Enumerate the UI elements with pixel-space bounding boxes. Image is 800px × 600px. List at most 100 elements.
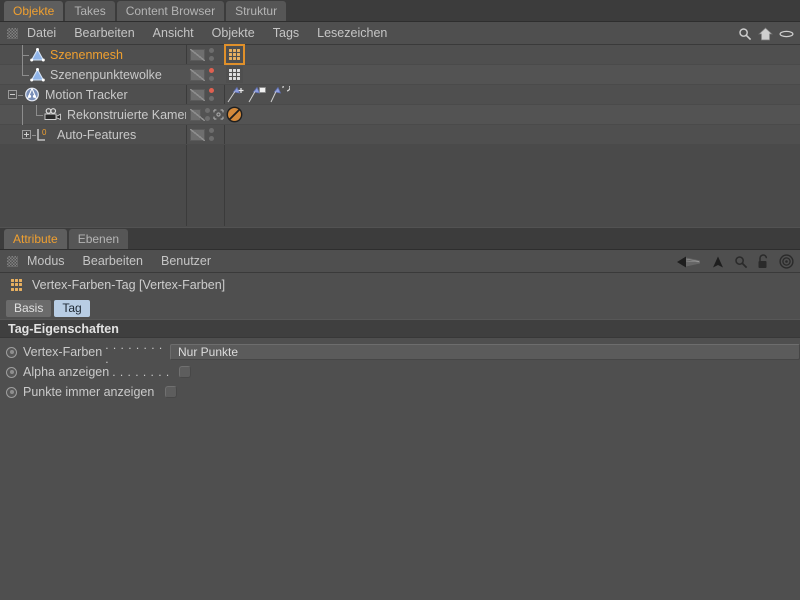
editor-visibility-dot[interactable] bbox=[209, 68, 214, 73]
row-layer-cell[interactable] bbox=[186, 105, 224, 125]
row-layer-cell[interactable] bbox=[186, 125, 224, 145]
render-visibility-dot[interactable] bbox=[209, 76, 214, 81]
panel-grip-icon[interactable] bbox=[7, 255, 18, 267]
search-icon[interactable] bbox=[734, 255, 748, 269]
alpha-anzeigen-checkbox[interactable] bbox=[178, 366, 191, 378]
point-cloud-object-icon bbox=[30, 67, 45, 82]
tab-struktur[interactable]: Struktur bbox=[226, 1, 287, 21]
editor-visibility-dot[interactable] bbox=[209, 48, 214, 53]
camera-icon bbox=[44, 108, 62, 121]
property-dot-fill: . . . . . . . . . bbox=[105, 338, 163, 366]
menu-ansicht[interactable]: Ansicht bbox=[144, 22, 203, 44]
object-name-label: Motion Tracker bbox=[45, 87, 128, 102]
property-control: Nur Punkte bbox=[167, 344, 800, 360]
visibility-dots[interactable] bbox=[209, 45, 214, 65]
object-tree: Szenenmesh Szenenpunktewolke Motion Trac… bbox=[0, 44, 800, 226]
attribute-manager-menubar: Modus Bearbeiten Benutzer bbox=[0, 250, 800, 273]
object-name-label: Szenenpunktewolke bbox=[50, 67, 162, 82]
render-visibility-dot[interactable] bbox=[209, 136, 214, 141]
table-row[interactable]: Motion Tracker bbox=[0, 85, 800, 105]
expander-minus-icon[interactable] bbox=[8, 89, 17, 99]
tab-objekte[interactable]: Objekte bbox=[4, 1, 64, 21]
tab-content-browser[interactable]: Content Browser bbox=[116, 1, 225, 21]
animation-track-radio[interactable] bbox=[6, 366, 17, 378]
table-row[interactable]: Szenenmesh bbox=[0, 44, 800, 65]
row-layer-cell[interactable] bbox=[186, 65, 224, 85]
svg-text:0: 0 bbox=[42, 128, 47, 137]
lock-icon[interactable] bbox=[757, 254, 770, 269]
menu-datei[interactable]: Datei bbox=[18, 22, 65, 44]
vertex-farben-dropdown[interactable]: Nur Punkte bbox=[170, 344, 800, 360]
tracker-rotate-tag-icon[interactable] bbox=[270, 85, 290, 104]
animation-track-radio[interactable] bbox=[6, 386, 17, 398]
visibility-dots[interactable] bbox=[209, 65, 214, 85]
menu-bearbeiten[interactable]: Bearbeiten bbox=[74, 250, 152, 272]
layer-swatch[interactable] bbox=[190, 108, 205, 121]
table-row[interactable]: 0 Auto-Features bbox=[0, 125, 800, 145]
row-tags-cell[interactable] bbox=[224, 65, 800, 85]
punkte-immer-anzeigen-checkbox[interactable] bbox=[165, 386, 178, 398]
row-layer-cell[interactable] bbox=[186, 85, 224, 105]
subtab-tag[interactable]: Tag bbox=[54, 299, 90, 317]
visibility-dots[interactable] bbox=[209, 125, 214, 145]
render-visibility-dot[interactable] bbox=[209, 56, 214, 61]
row-tags-cell[interactable] bbox=[224, 125, 800, 145]
row-tags-cell[interactable] bbox=[224, 85, 800, 105]
tree-empty-area[interactable] bbox=[0, 145, 800, 226]
tab-attribute[interactable]: Attribute bbox=[4, 229, 67, 249]
tracker-plane-tag-icon[interactable] bbox=[248, 86, 268, 104]
search-icon[interactable] bbox=[738, 27, 752, 41]
menu-tags[interactable]: Tags bbox=[264, 22, 308, 44]
null-layer-icon: 0 bbox=[36, 128, 52, 142]
tab-ebenen[interactable]: Ebenen bbox=[68, 229, 129, 249]
object-name-label: Auto-Features bbox=[57, 127, 137, 142]
tracker-add-tag-icon[interactable] bbox=[226, 86, 246, 104]
protection-tag-icon[interactable] bbox=[226, 106, 243, 123]
row-name-cell[interactable]: Szenenmesh bbox=[0, 44, 186, 65]
layer-swatch[interactable] bbox=[190, 88, 205, 101]
target-icon[interactable] bbox=[779, 254, 794, 269]
row-tags-cell[interactable] bbox=[224, 105, 800, 125]
property-control bbox=[174, 366, 191, 378]
menu-modus[interactable]: Modus bbox=[18, 250, 74, 272]
tag-properties-area: Vertex-Farben . . . . . . . . . Nur Punk… bbox=[0, 338, 800, 402]
render-visibility-dot[interactable] bbox=[209, 96, 214, 101]
history-back-icon[interactable] bbox=[676, 255, 702, 269]
object-name-label: Szenenmesh bbox=[50, 47, 123, 62]
visibility-dots[interactable] bbox=[205, 105, 210, 125]
row-layer-cell[interactable] bbox=[186, 45, 224, 65]
tab-takes[interactable]: Takes bbox=[65, 1, 115, 21]
editor-visibility-dot[interactable] bbox=[209, 88, 214, 93]
editor-visibility-dot[interactable] bbox=[205, 108, 210, 113]
menu-bearbeiten[interactable]: Bearbeiten bbox=[65, 22, 143, 44]
attribute-manager-tabstrip: Attribute Ebenen bbox=[0, 228, 800, 250]
row-name-cell[interactable]: Motion Tracker bbox=[0, 85, 186, 105]
row-name-cell[interactable]: Szenenpunktewolke bbox=[0, 64, 186, 85]
table-row[interactable]: Szenenpunktewolke bbox=[0, 64, 800, 85]
layer-swatch[interactable] bbox=[190, 68, 205, 81]
editor-visibility-dot[interactable] bbox=[209, 128, 214, 133]
navigate-up-icon[interactable] bbox=[711, 255, 725, 269]
polygon-object-icon bbox=[30, 47, 45, 62]
render-visibility-dot[interactable] bbox=[205, 116, 210, 121]
vertex-color-tag-icon[interactable] bbox=[224, 44, 245, 65]
vertex-color-tag-icon[interactable] bbox=[226, 66, 243, 83]
property-row-punkte-immer-anzeigen: Punkte immer anzeigen bbox=[0, 382, 800, 402]
layer-swatch[interactable] bbox=[190, 48, 205, 61]
menu-lesezeichen[interactable]: Lesezeichen bbox=[308, 22, 396, 44]
table-row[interactable]: Rekonstruierte Kamera bbox=[0, 104, 800, 125]
layer-swatch[interactable] bbox=[190, 128, 205, 141]
row-name-cell[interactable]: 0 Auto-Features bbox=[0, 125, 186, 145]
visibility-dots[interactable] bbox=[209, 85, 214, 105]
row-name-cell[interactable]: Rekonstruierte Kamera bbox=[0, 104, 186, 125]
property-label: Alpha anzeigen bbox=[23, 365, 110, 379]
home-icon[interactable] bbox=[758, 27, 773, 41]
subtab-basis[interactable]: Basis bbox=[6, 299, 52, 317]
panel-grip-icon[interactable] bbox=[7, 27, 18, 39]
object-manager-menubar: Datei Bearbeiten Ansicht Objekte Tags Le… bbox=[0, 22, 800, 45]
animation-track-radio[interactable] bbox=[6, 346, 17, 358]
row-tags-cell[interactable] bbox=[224, 44, 800, 65]
eye-icon[interactable] bbox=[779, 29, 794, 39]
menu-benutzer[interactable]: Benutzer bbox=[152, 250, 220, 272]
menu-objekte[interactable]: Objekte bbox=[203, 22, 264, 44]
